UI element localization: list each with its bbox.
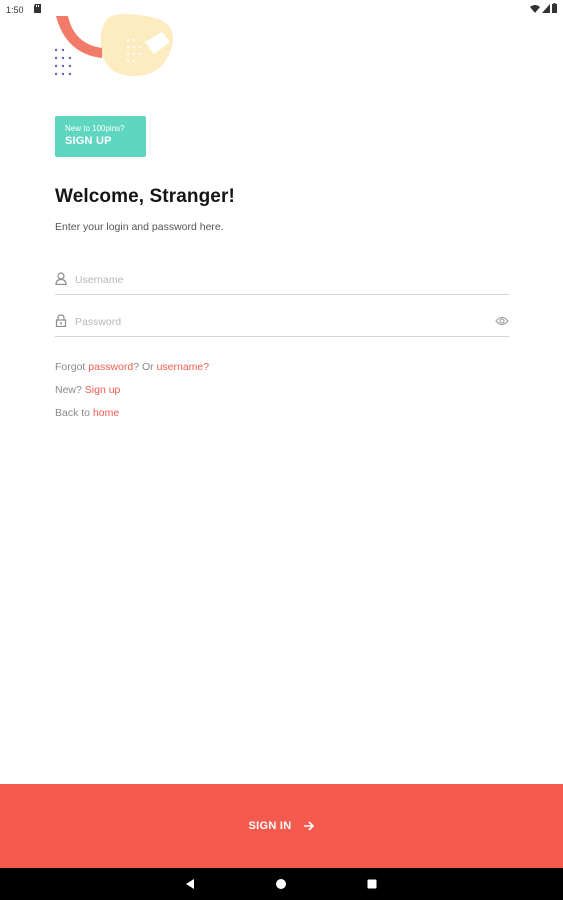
signal-icon	[542, 3, 550, 13]
home-circle-icon[interactable]	[274, 877, 288, 891]
lock-icon	[55, 314, 67, 327]
system-navigation-bar	[0, 868, 563, 900]
signup-badge-button[interactable]: New to 100pins? SIGN UP	[55, 116, 146, 157]
status-icons	[530, 3, 557, 13]
user-icon	[55, 272, 67, 285]
username-input[interactable]	[75, 271, 475, 289]
header-decoration	[54, 14, 173, 76]
signup-badge-prompt: New to 100pins?	[65, 124, 125, 133]
signup-badge-action: SIGN UP	[65, 135, 112, 147]
back-triangle-icon[interactable]	[183, 877, 197, 891]
recents-square-icon[interactable]	[365, 877, 379, 891]
back-prefix: Back to	[55, 407, 93, 419]
sign-in-label: SIGN IN	[248, 820, 292, 832]
sd-card-icon	[34, 4, 41, 13]
password-field-container	[55, 311, 509, 337]
back-home-line: Back to home	[55, 407, 119, 419]
sign-in-button[interactable]: SIGN IN	[0, 784, 563, 868]
forgot-prefix: Forgot	[55, 361, 89, 373]
new-prefix: New?	[55, 384, 85, 396]
status-time: 1:50	[6, 5, 24, 15]
wifi-icon	[530, 4, 540, 13]
password-input[interactable]	[75, 313, 475, 331]
arrow-right-icon	[303, 821, 314, 831]
username-field-container	[55, 269, 509, 295]
page-title: Welcome, Stranger!	[55, 186, 235, 207]
home-link[interactable]: home	[93, 407, 119, 419]
forgot-credentials-line: Forgot password? Or username?	[55, 361, 209, 373]
new-user-line: New? Sign up	[55, 384, 120, 396]
forgot-username-link[interactable]: username?	[157, 361, 210, 373]
forgot-password-link[interactable]: password	[88, 361, 133, 373]
forgot-middle: ? Or	[133, 361, 157, 373]
show-password-eye-icon[interactable]	[495, 316, 509, 326]
signup-link[interactable]: Sign up	[85, 384, 121, 396]
battery-icon	[552, 3, 557, 13]
login-screen: 1:50 New to 100pins? SIGN UP Welcome, St…	[0, 0, 563, 900]
page-subtitle: Enter your login and password here.	[55, 221, 224, 233]
